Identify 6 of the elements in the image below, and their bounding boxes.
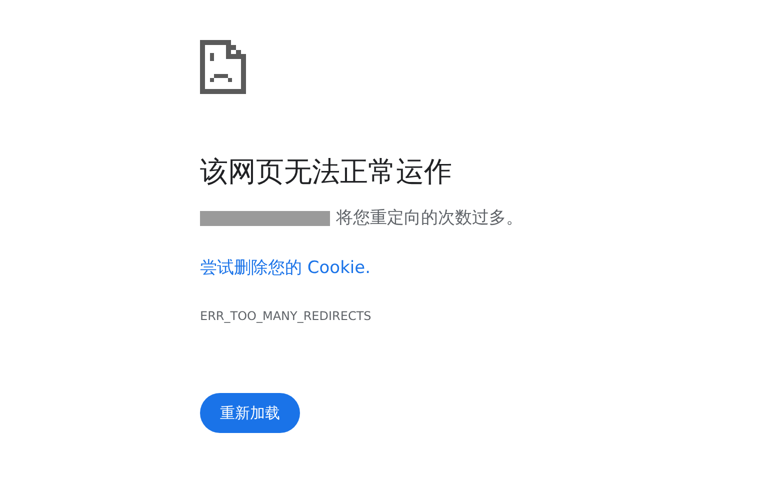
error-message: 将您重定向的次数过多。: [336, 207, 523, 230]
page-heading: 该网页无法正常运作: [200, 154, 452, 190]
sad-document-icon: [200, 40, 246, 94]
reload-button[interactable]: 重新加载: [200, 393, 300, 433]
error-code: ERR_TOO_MANY_REDIRECTS: [200, 308, 372, 325]
delete-cookies-link[interactable]: 尝试删除您的 Cookie.: [200, 256, 371, 281]
